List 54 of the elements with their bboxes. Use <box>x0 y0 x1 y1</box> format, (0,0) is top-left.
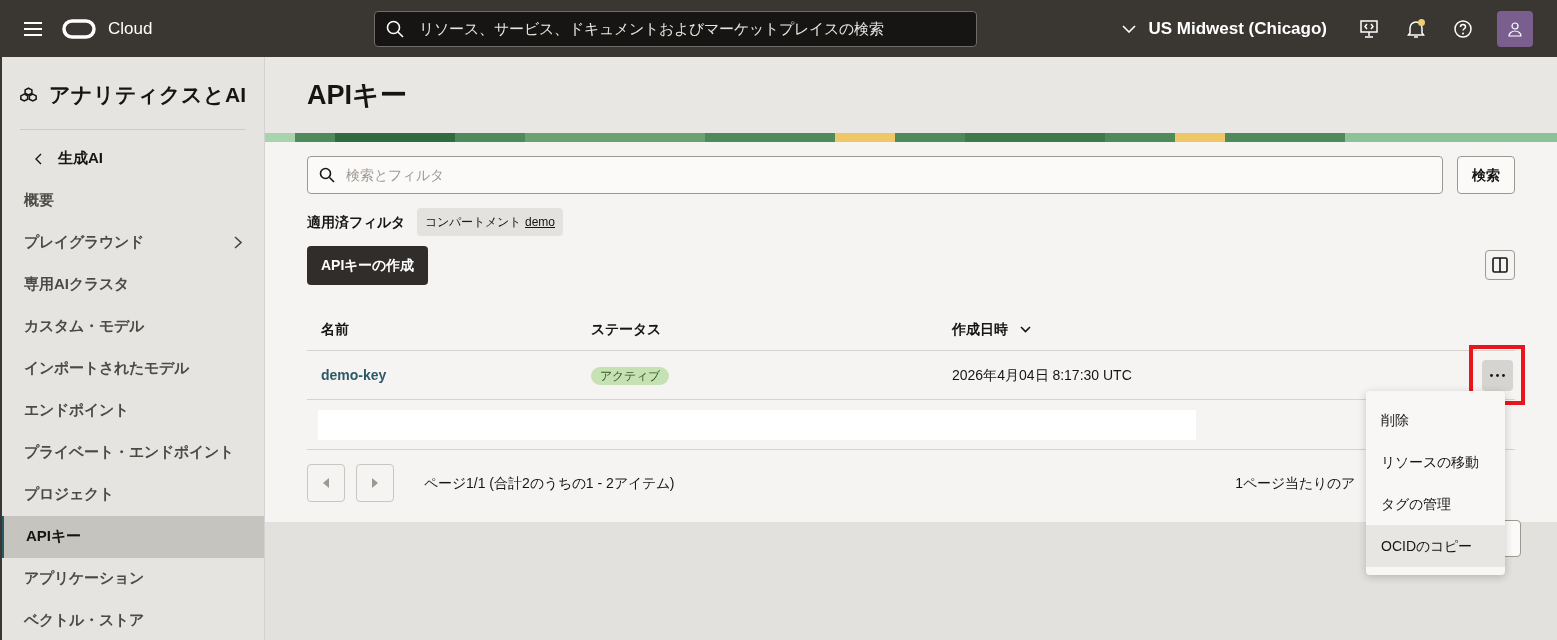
monitor-code-icon[interactable] <box>1359 18 1379 39</box>
sidebar-item[interactable]: プレイグラウンド <box>2 221 264 264</box>
user-icon <box>1508 20 1522 37</box>
status-badge: アクティブ <box>591 366 669 385</box>
key-name-link[interactable]: demo-key <box>321 366 387 383</box>
chevron-left-icon[interactable] <box>35 152 42 165</box>
sidebar-item[interactable]: アプリケーション <box>2 557 264 600</box>
sidebar-item[interactable]: インポートされたモデル <box>2 347 264 390</box>
avatar[interactable] <box>1497 10 1533 47</box>
applied-filters-label: 適用済フィルタ <box>307 212 405 232</box>
menu-icon[interactable] <box>24 21 42 36</box>
actions-button[interactable] <box>1481 359 1513 391</box>
search-icon <box>386 19 405 38</box>
sidebar-item[interactable]: プライベート・エンドポイント <box>2 431 264 474</box>
back-link[interactable]: 生成AI <box>58 147 103 170</box>
caret-right-icon <box>372 478 378 488</box>
chevron-right-icon <box>234 236 242 249</box>
sort-descending-icon <box>1020 326 1031 333</box>
cubes-icon <box>20 85 37 104</box>
help-icon[interactable] <box>1453 18 1473 39</box>
columns-icon <box>1492 256 1508 273</box>
menu-item[interactable]: 削除 <box>1366 399 1505 441</box>
column-header[interactable]: 作成日時 <box>938 319 1238 340</box>
pagination-summary: ページ1/1 (合計2のうちの1 - 2アイテム) <box>424 473 675 493</box>
sidebar-title: アナリティクスとAI <box>49 82 246 108</box>
page-title: APIキー <box>307 78 407 112</box>
menu-item[interactable]: タグの管理 <box>1366 483 1505 525</box>
sidebar-item[interactable]: APIキー <box>2 515 264 558</box>
column-header[interactable]: ステータス <box>577 319 938 340</box>
brand-name: Cloud <box>108 17 153 40</box>
sidebar-item[interactable]: 専用AIクラスタ <box>2 263 264 306</box>
sidebar-item[interactable]: エンドポイント <box>2 389 264 432</box>
filter-search-field[interactable]: 検索とフィルタ <box>307 156 1443 194</box>
column-layout-button[interactable] <box>1485 249 1515 280</box>
sidebar-item[interactable]: プロジェクト <box>2 473 264 516</box>
search-icon <box>319 167 335 183</box>
per-page-label: 1ページ当たりのア <box>1235 473 1355 493</box>
sidebar-item[interactable]: 概要 <box>2 179 264 222</box>
create-button[interactable]: APIキーの作成 <box>307 246 429 285</box>
sidebar-item[interactable]: ベクトル・ストア <box>2 599 264 640</box>
filter-chip[interactable]: コンパートメント demo <box>417 208 564 236</box>
caret-left-icon <box>323 478 329 488</box>
menu-item[interactable]: リソースの移動 <box>1366 441 1505 483</box>
chevron-down-icon <box>1122 24 1137 33</box>
search-button[interactable]: 検索 <box>1457 156 1515 194</box>
region-selector[interactable]: US Midwest (Chicago) <box>1122 15 1327 42</box>
more-icon <box>1489 373 1505 377</box>
bell-icon[interactable] <box>1407 18 1425 39</box>
sidebar-item[interactable]: カスタム・モデル <box>2 305 264 348</box>
logo-icon[interactable] <box>62 18 96 39</box>
table-cell-text: 2026年4月04日 8:17:30 UTC <box>951 365 1132 385</box>
column-header[interactable]: 名前 <box>307 319 577 340</box>
global-search-field[interactable]: リソース、サービス、ドキュメントおよびマーケットプレイスの検索 <box>374 10 978 47</box>
menu-item[interactable]: OCIDのコピー <box>1366 525 1505 567</box>
